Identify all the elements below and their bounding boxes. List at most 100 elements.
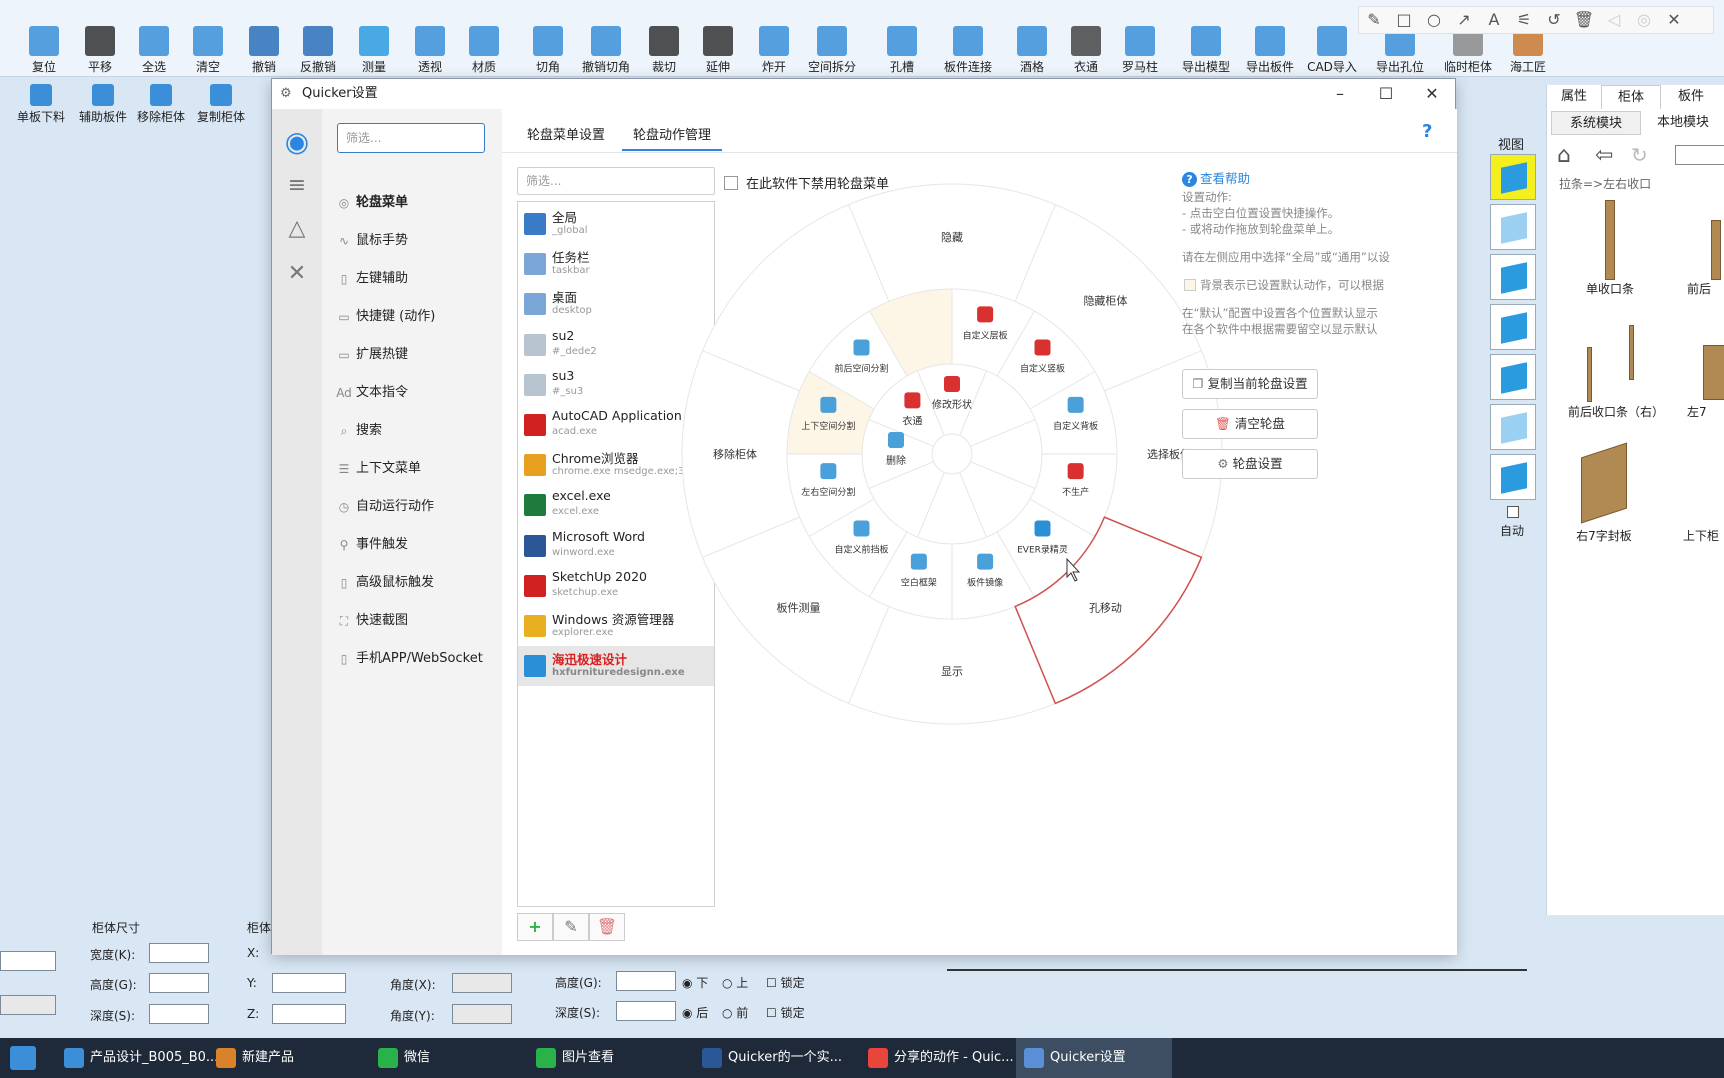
copy-wheel-button[interactable]: ❐ 复制当前轮盘设置	[1182, 369, 1318, 399]
angle-y-input[interactable]	[452, 1004, 512, 1024]
menu-item[interactable]: Ad 文本指令	[330, 377, 498, 409]
toolbar2-button[interactable]: 单板下料	[10, 84, 72, 125]
toolbar2-button[interactable]: 移除柜体	[130, 84, 192, 125]
rectangle-icon[interactable]: □	[1389, 7, 1419, 33]
menu-item[interactable]: ⛶ 快速截图	[330, 605, 498, 637]
module-thumbnail[interactable]	[1703, 345, 1724, 400]
wheel-center[interactable]	[931, 433, 973, 475]
tab-wheel-menu-settings[interactable]: 轮盘菜单设置	[516, 121, 616, 151]
lock-checkbox[interactable]: ☐ 锁定	[766, 1004, 805, 1021]
menu-item[interactable]: ▭ 快捷键 (动作)	[330, 301, 498, 333]
toolbar2-button[interactable]: 复制柜体	[190, 84, 252, 125]
help-icon[interactable]: ?	[1422, 121, 1432, 142]
maximize-button[interactable]: ☐	[1363, 79, 1409, 109]
taskbar-item[interactable]: Quicker设置	[1016, 1038, 1172, 1078]
edit-button[interactable]: ✎	[553, 913, 589, 941]
menu-item[interactable]: ◎ 轮盘菜单	[330, 187, 498, 219]
user-icon[interactable]: ◉	[282, 127, 312, 157]
toolbar-button[interactable]: 平移	[72, 26, 128, 76]
menu-item[interactable]: ▯ 手机APP/WebSocket	[330, 643, 498, 675]
depth-input-2[interactable]	[616, 1001, 676, 1021]
delete-button[interactable]: 🗑	[589, 913, 625, 941]
menu-search-input[interactable]: 筛选...	[337, 123, 485, 153]
menu-item[interactable]: ⌕ 搜索	[330, 415, 498, 447]
toolbar-button[interactable]: 清空	[180, 26, 236, 76]
menu-item[interactable]: ◷ 自动运行动作	[330, 491, 498, 523]
toolbar-button[interactable]: 撤销	[236, 26, 292, 76]
toolbar-button[interactable]: 测量	[346, 26, 402, 76]
toolbar-button[interactable]: 衣通	[1058, 26, 1114, 76]
toolbar-button[interactable]: 反撤销	[290, 26, 346, 76]
undo-icon[interactable]: ↺	[1539, 7, 1569, 33]
marker-icon[interactable]: ⚟	[1509, 7, 1539, 33]
close-button[interactable]: ✕	[1409, 79, 1455, 109]
circle-icon[interactable]: ○	[1419, 7, 1449, 33]
toolbar-button[interactable]: 撤销切角	[578, 26, 634, 76]
depth-input[interactable]	[149, 1004, 209, 1024]
toolbar-button[interactable]: 切角	[520, 26, 576, 76]
view-iso-button[interactable]	[1490, 154, 1536, 200]
mic-icon[interactable]: ◎	[1629, 7, 1659, 33]
text-icon[interactable]: A	[1479, 7, 1509, 33]
refresh-icon[interactable]: ↻	[1631, 143, 1648, 167]
auto-checkbox[interactable]	[1507, 506, 1519, 518]
view-front-button[interactable]	[1490, 204, 1536, 250]
toolbar-button[interactable]: 板件连接	[940, 26, 996, 76]
radio-up[interactable]: ○ 上	[722, 974, 748, 991]
radio-back[interactable]: ◉ 后	[682, 1004, 708, 1021]
start-icon[interactable]	[10, 1046, 36, 1070]
back-arrow-icon[interactable]: ⇦	[1595, 143, 1613, 168]
toolbar-button[interactable]: 导出板件	[1242, 26, 1298, 76]
radio-down[interactable]: ◉ 下	[682, 974, 708, 991]
taskbar-item[interactable]: 新建产品	[208, 1038, 366, 1078]
property-field[interactable]	[0, 951, 56, 971]
module-thumbnail[interactable]	[1629, 325, 1634, 380]
view-left-button[interactable]	[1490, 254, 1536, 300]
dialog-title-bar[interactable]: ⚙ Quicker设置	[272, 79, 1455, 109]
toolbar-button[interactable]: 导出模型	[1178, 26, 1234, 76]
z-input[interactable]	[272, 1004, 346, 1024]
toolbar-button[interactable]: 透视	[402, 26, 458, 76]
height-input-2[interactable]	[616, 971, 676, 991]
angle-x-input[interactable]	[452, 973, 512, 993]
add-button[interactable]: +	[517, 913, 553, 941]
module-search-input[interactable]	[1675, 145, 1724, 165]
toolbar-button[interactable]: 罗马柱	[1112, 26, 1168, 76]
module-thumbnail[interactable]	[1587, 347, 1592, 402]
tab-local-modules[interactable]: 本地模块	[1643, 111, 1723, 135]
minimize-button[interactable]: –	[1317, 79, 1363, 109]
taskbar-item[interactable]: Quicker的一个实...	[694, 1038, 856, 1078]
toolbar-button[interactable]: 全选	[126, 26, 182, 76]
module-thumbnail[interactable]	[1605, 200, 1615, 280]
tab-cabinet[interactable]: 柜体	[1601, 85, 1661, 109]
tab-properties[interactable]: 属性	[1547, 85, 1601, 109]
menu-item[interactable]: ⚲ 事件触发	[330, 529, 498, 561]
menu-item[interactable]: ☰ 上下文菜单	[330, 453, 498, 485]
wheel-settings-button[interactable]: ⚙ 轮盘设置	[1182, 449, 1318, 479]
toolbar-button[interactable]: 延伸	[690, 26, 746, 76]
home-icon[interactable]: ⌂	[1557, 143, 1571, 168]
toolbar-button[interactable]: 孔槽	[874, 26, 930, 76]
horizontal-scrollbar[interactable]	[947, 969, 1527, 971]
menu-item[interactable]: ▯ 高级鼠标触发	[330, 567, 498, 599]
toolbar2-button[interactable]: 辅助板件	[72, 84, 134, 125]
y-input[interactable]	[272, 973, 346, 993]
menu-item[interactable]: ▯ 左键辅助	[330, 263, 498, 295]
taskbar-item[interactable]: 图片查看	[528, 1038, 692, 1078]
taskbar-item[interactable]: 产品设计_B005_B0...	[56, 1038, 218, 1078]
toolbar-button[interactable]: 材质	[456, 26, 512, 76]
toolbar-button[interactable]: 裁切	[636, 26, 692, 76]
width-input[interactable]	[149, 943, 209, 963]
delete-icon[interactable]: 🗑	[1569, 7, 1599, 33]
module-thumbnail[interactable]	[1711, 220, 1721, 280]
toolbar-button[interactable]: 酒格	[1004, 26, 1060, 76]
property-field[interactable]	[0, 995, 56, 1015]
toolbar-button[interactable]: 复位	[16, 26, 72, 76]
module-thumbnail[interactable]	[1581, 442, 1627, 524]
radio-front[interactable]: ○ 前	[722, 1004, 748, 1021]
close-icon[interactable]: ✕	[1659, 7, 1689, 33]
view-back-button[interactable]	[1490, 354, 1536, 400]
clear-wheel-button[interactable]: 🗑 清空轮盘	[1182, 409, 1318, 439]
wheel-menu[interactable]: 隐藏隐藏柜体选择板件孔移动显示板件测量移除柜体自定义层板自定义竖板自定义背板不生…	[677, 179, 1227, 729]
tab-panel[interactable]: 板件	[1661, 85, 1721, 109]
